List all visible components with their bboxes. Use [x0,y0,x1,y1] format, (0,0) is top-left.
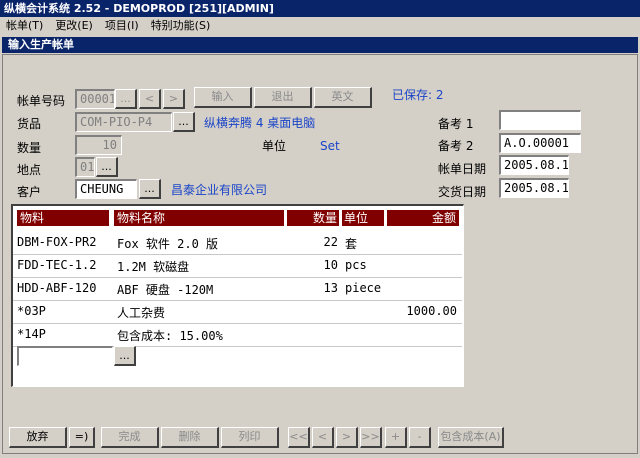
menu-special[interactable]: 特别功能(S) [151,19,211,32]
complete-button[interactable]: 完成 [101,427,159,448]
item-qty: 10 [323,258,338,272]
next-record-button[interactable]: > [336,427,358,448]
item-code: *03P [17,304,46,318]
new-item-lookup-button[interactable]: ... [114,346,136,366]
bill-no-field[interactable]: 00001 [75,89,115,109]
item-unit: pcs [345,258,367,272]
location-label: 地点 [17,163,42,177]
remark2-label: 备考 2 [438,139,474,153]
item-amount: 1000.00 [406,304,457,318]
table-row[interactable]: DBM-FOX-PR2 Fox 软件 2.0 版 22 套 [13,232,462,255]
menu-item[interactable]: 项目(I) [105,19,139,32]
bill-date-label: 帐单日期 [438,162,487,176]
include-cost-button[interactable]: 包含成本(A) [438,427,504,448]
english-button[interactable]: 英文 [314,87,372,108]
col-header-qty: 数量 [287,210,339,226]
item-qty: 13 [323,281,338,295]
items-grid[interactable]: 物料 物料名称 数量 单位 金额 DBM-FOX-PR2 Fox 软件 2.0 … [11,204,464,387]
arrow-button[interactable]: =) [69,427,95,448]
input-button[interactable]: 输入 [194,87,252,108]
new-item-input[interactable] [17,346,113,366]
remark2-field[interactable]: A.O.00001 [499,133,581,153]
add-row-button[interactable]: + [385,427,407,448]
item-code: DBM-FOX-PR2 [17,235,97,249]
menu-edit[interactable]: 更改(E) [55,19,93,32]
location-field[interactable]: 01 [75,157,95,177]
unit-label: 单位 [262,139,287,153]
location-lookup-button[interactable]: ... [96,157,118,177]
qty-field[interactable]: 10 [75,135,122,155]
table-row[interactable]: FDD-TEC-1.2 1.2M 软磁盘 10 pcs [13,255,462,278]
item-qty: 22 [323,235,338,249]
next-bill-button[interactable]: > [163,89,185,109]
saved-count: 已保存: 2 [392,88,444,102]
customer-name: 昌泰企业有限公司 [171,183,268,197]
first-record-button[interactable]: << [288,427,310,448]
item-code: HDD-ABF-120 [17,281,97,295]
col-header-name: 物料名称 [114,210,284,226]
item-name: 人工杂费 [117,306,166,320]
goods-label: 货品 [17,117,42,131]
table-row[interactable]: *03P 人工杂费 1000.00 [13,301,462,324]
unit-value: Set [320,139,340,153]
item-name: Fox 软件 2.0 版 [117,237,219,251]
bill-no-label: 帐单号码 [17,94,66,108]
col-header-amount: 金额 [387,210,459,226]
customer-label: 客户 [17,185,42,199]
col-header-unit: 单位 [342,210,384,226]
remark1-field[interactable] [499,110,581,130]
bill-no-lookup-button[interactable]: ... [115,89,137,109]
print-button[interactable]: 列印 [221,427,279,448]
item-unit: 套 [345,237,358,251]
table-row[interactable]: HDD-ABF-120 ABF 硬盘 -120M 13 piece [13,278,462,301]
menu-bar: 帐单(T) 更改(E) 项目(I) 特别功能(S) [0,17,640,34]
menu-bill[interactable]: 帐单(T) [6,19,43,32]
goods-lookup-button[interactable]: ... [173,112,195,132]
customer-field[interactable]: CHEUNG [75,179,137,199]
item-code: FDD-TEC-1.2 [17,258,97,272]
goods-code-field[interactable]: COM-PIO-P4 [75,112,172,132]
remark1-label: 备考 1 [438,117,474,131]
col-header-item: 物料 [17,210,109,226]
prev-bill-button[interactable]: < [139,89,161,109]
item-name: 1.2M 软磁盘 [117,260,190,274]
delete-button[interactable]: 删除 [161,427,219,448]
table-row[interactable]: *14P 包含成本: 15.00% [13,324,462,347]
window-title: 纵横会计系统 2.52 - DEMOPROD [251][ADMIN] [0,0,640,17]
goods-name: 纵横奔腾 4 桌面电脑 [204,116,316,130]
item-name: 包含成本: 15.00% [117,329,223,343]
qty-label: 数量 [17,141,42,155]
delivery-date-label: 交货日期 [438,185,487,199]
prev-record-button[interactable]: < [312,427,334,448]
exit-button[interactable]: 退出 [254,87,312,108]
last-record-button[interactable]: >> [360,427,382,448]
delivery-date-field[interactable]: 2005.08.12 [499,178,569,198]
remove-row-button[interactable]: - [409,427,431,448]
customer-lookup-button[interactable]: ... [139,179,161,199]
item-name: ABF 硬盘 -120M [117,283,214,297]
form-title: 输入生产帐单 [2,37,638,53]
item-unit: piece [345,281,382,295]
item-code: *14P [17,327,46,341]
abandon-button[interactable]: 放弃 [9,427,67,448]
bill-date-field[interactable]: 2005.08.12 [499,155,569,175]
